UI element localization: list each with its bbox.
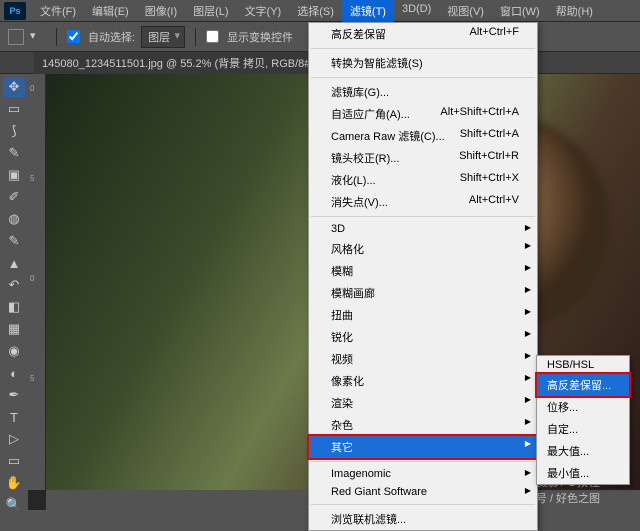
menu-item-液化(L)...[interactable]: 液化(L)...Shift+Ctrl+X: [309, 169, 537, 191]
submenu-item-最小值...[interactable]: 最小值...: [537, 462, 629, 484]
menu-separator: [311, 77, 535, 78]
submenu-item-高反差保留...[interactable]: 高反差保留...: [535, 372, 631, 398]
crop-tool[interactable]: ▣: [3, 165, 25, 185]
menu-item-模糊[interactable]: 模糊: [309, 260, 537, 282]
type-tool[interactable]: T: [3, 407, 25, 427]
lasso-tool[interactable]: ⟆: [3, 121, 25, 141]
menu-3DD[interactable]: 3D(D): [394, 0, 439, 22]
menu-item-高反差保留[interactable]: 高反差保留Alt+Ctrl+F: [309, 23, 537, 45]
tool-preset-icon[interactable]: ▾: [30, 29, 46, 45]
menu-item-视频[interactable]: 视频: [309, 348, 537, 370]
menu-item-浏览联机滤镜...[interactable]: 浏览联机滤镜...: [309, 508, 537, 530]
menu-separator: [311, 461, 535, 462]
menu-item-其它[interactable]: 其它: [307, 434, 539, 460]
menu-item-扭曲[interactable]: 扭曲: [309, 304, 537, 326]
stamp-tool[interactable]: ▲: [3, 253, 25, 273]
history-brush-tool[interactable]: ↶: [3, 275, 25, 295]
hand-tool[interactable]: ✋: [3, 473, 25, 493]
menu-item-滤镜库(G)...[interactable]: 滤镜库(G)...: [309, 81, 537, 103]
dodge-tool[interactable]: ◐: [3, 363, 25, 383]
filter-other-submenu: HSB/HSL高反差保留...位移...自定...最大值...最小值...: [536, 355, 630, 485]
menu-滤镜T[interactable]: 滤镜(T): [342, 0, 394, 22]
auto-select-label: 自动选择:: [88, 29, 135, 45]
menu-item-像素化[interactable]: 像素化: [309, 370, 537, 392]
toolbox: ✥ ▭ ⟆ ✎ ▣ ✐ ◍ ✎ ▲ ↶ ◧ ▦ ◉ ◐ ✒ T ▷ ▭ ✋ 🔍: [0, 74, 28, 516]
submenu-item-自定...[interactable]: 自定...: [537, 418, 629, 440]
menu-separator: [311, 216, 535, 217]
menu-item-自适应广角(A)...[interactable]: 自适应广角(A)...Alt+Shift+Ctrl+A: [309, 103, 537, 125]
menu-图像I[interactable]: 图像(I): [137, 0, 185, 22]
path-tool[interactable]: ▷: [3, 429, 25, 449]
eraser-tool[interactable]: ◧: [3, 297, 25, 317]
app-logo: Ps: [4, 2, 26, 20]
menu-item-模糊画廊[interactable]: 模糊画廊: [309, 282, 537, 304]
menu-文字Y[interactable]: 文字(Y): [237, 0, 290, 22]
menu-item-Imagenomic[interactable]: Imagenomic: [309, 465, 537, 483]
blur-tool[interactable]: ◉: [3, 341, 25, 361]
quick-select-tool[interactable]: ✎: [3, 143, 25, 163]
eyedropper-tool[interactable]: ✐: [3, 187, 25, 207]
menu-item-Red Giant Software[interactable]: Red Giant Software: [309, 483, 537, 501]
transform-controls-checkbox[interactable]: [206, 30, 219, 43]
auto-select-target-dropdown[interactable]: 图层: [141, 26, 185, 48]
marquee-tool[interactable]: ▭: [3, 99, 25, 119]
menu-item-杂色[interactable]: 杂色: [309, 414, 537, 436]
vertical-ruler: 0 5 0 5: [28, 74, 46, 490]
menu-item-镜头校正(R)...[interactable]: 镜头校正(R)...Shift+Ctrl+R: [309, 147, 537, 169]
submenu-item-位移...[interactable]: 位移...: [537, 396, 629, 418]
menu-视图V[interactable]: 视图(V): [439, 0, 492, 22]
auto-select-checkbox[interactable]: [67, 30, 80, 43]
menu-item-风格化[interactable]: 风格化: [309, 238, 537, 260]
menu-bar: Ps 文件(F)编辑(E)图像(I)图层(L)文字(Y)选择(S)滤镜(T)3D…: [0, 0, 640, 22]
menu-图层L[interactable]: 图层(L): [185, 0, 236, 22]
heal-tool[interactable]: ◍: [3, 209, 25, 229]
menu-文件F[interactable]: 文件(F): [32, 0, 84, 22]
move-tool[interactable]: ✥: [3, 77, 25, 97]
brush-tool[interactable]: ✎: [3, 231, 25, 251]
menu-separator: [311, 48, 535, 49]
menu-item-锐化[interactable]: 锐化: [309, 326, 537, 348]
document-tab-title: 145080_1234511501.jpg @ 55.2% (背景 拷贝, RG…: [42, 55, 321, 71]
gradient-tool[interactable]: ▦: [3, 319, 25, 339]
menu-item-渲染[interactable]: 渲染: [309, 392, 537, 414]
menu-item-Camera Raw 滤镜(C)...[interactable]: Camera Raw 滤镜(C)...Shift+Ctrl+A: [309, 125, 537, 147]
move-tool-icon[interactable]: [8, 29, 24, 45]
menu-item-消失点(V)...[interactable]: 消失点(V)...Alt+Ctrl+V: [309, 191, 537, 213]
transform-controls-label: 显示变换控件: [227, 29, 293, 45]
menu-编辑E[interactable]: 编辑(E): [84, 0, 137, 22]
submenu-item-最大值...[interactable]: 最大值...: [537, 440, 629, 462]
menu-item-转换为智能滤镜(S)[interactable]: 转换为智能滤镜(S): [309, 52, 537, 74]
menu-帮助H[interactable]: 帮助(H): [548, 0, 601, 22]
shape-tool[interactable]: ▭: [3, 451, 25, 471]
document-tab[interactable]: 145080_1234511501.jpg @ 55.2% (背景 拷贝, RG…: [34, 52, 341, 74]
filter-menu-dropdown: 高反差保留Alt+Ctrl+F 转换为智能滤镜(S) 滤镜库(G)...自适应广角(…: [308, 22, 538, 531]
menu-item-3D[interactable]: 3D: [309, 220, 537, 238]
pen-tool[interactable]: ✒: [3, 385, 25, 405]
menu-separator: [311, 504, 535, 505]
menu-窗口W[interactable]: 窗口(W): [492, 0, 548, 22]
zoom-tool[interactable]: 🔍: [3, 495, 25, 515]
menu-选择S[interactable]: 选择(S): [289, 0, 342, 22]
